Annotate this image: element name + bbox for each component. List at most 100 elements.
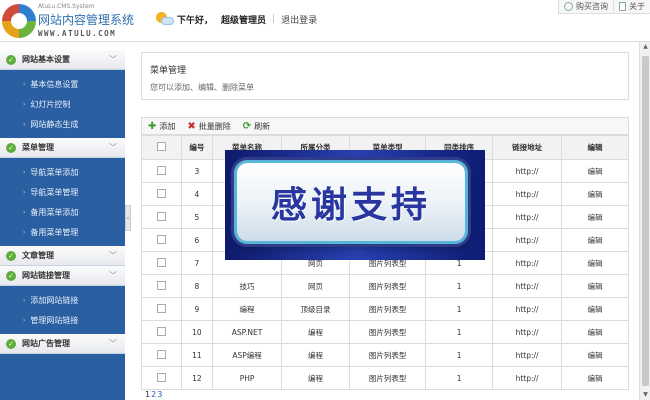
table-cell: http:// bbox=[492, 366, 563, 390]
page-link[interactable]: 1 bbox=[145, 390, 150, 399]
row-select-cell bbox=[141, 159, 182, 183]
weather-icon bbox=[156, 12, 174, 26]
sidebar-item[interactable]: › 备用菜单添加 bbox=[0, 202, 125, 222]
table-cell: 1 bbox=[425, 343, 494, 367]
greeting-bar: 下午好， 超级管理员 | 退出登录 bbox=[156, 10, 317, 28]
sidebar-item[interactable]: › 备用菜单管理 bbox=[0, 222, 125, 242]
table-cell: 编程 bbox=[281, 320, 350, 344]
table-cell: 12 bbox=[180, 366, 214, 390]
sidebar-item-label: 导航菜单添加 bbox=[30, 167, 79, 177]
edit-link[interactable]: 编辑 bbox=[561, 297, 629, 321]
thanks-text: 感谢支持 bbox=[270, 185, 431, 226]
separator: | bbox=[272, 14, 276, 24]
table-cell: http:// bbox=[492, 251, 563, 275]
select-all-checkbox[interactable] bbox=[156, 142, 166, 151]
edit-link[interactable]: 编辑 bbox=[561, 274, 629, 298]
sidebar-group-label: 网站基本设置 bbox=[22, 55, 70, 64]
row-checkbox[interactable] bbox=[156, 280, 166, 290]
sidebar-group-header[interactable]: ✓ 菜单管理 ﹀ bbox=[0, 138, 125, 158]
page-title: 菜单管理 bbox=[150, 66, 187, 76]
edit-link[interactable]: 编辑 bbox=[561, 182, 629, 206]
table-cell: http:// bbox=[492, 320, 563, 344]
table-cell: 1 bbox=[425, 297, 494, 321]
scrollbar-thumb[interactable] bbox=[642, 56, 649, 386]
row-checkbox[interactable] bbox=[156, 165, 166, 175]
scrollbar[interactable]: ▲ ▼ bbox=[639, 42, 650, 400]
page-link[interactable]: 3 bbox=[157, 390, 162, 399]
edit-link[interactable]: 编辑 bbox=[561, 251, 629, 275]
logo-small-text: AtuLu.CMS.System bbox=[38, 3, 95, 10]
table-cell: 编程 bbox=[281, 343, 350, 367]
sidebar-group-header[interactable]: ✓ 网站广告管理 ﹀ bbox=[0, 334, 125, 354]
sidebar-group-label: 网站广告管理 bbox=[22, 339, 70, 348]
row-select-cell bbox=[141, 228, 182, 252]
username: 超级管理员 bbox=[221, 15, 267, 26]
row-checkbox[interactable] bbox=[156, 372, 166, 382]
sidebar-group-header[interactable]: ✓ 网站链接管理 ﹀ bbox=[0, 266, 125, 286]
sidebar-group-header[interactable]: ✓ 网站基本设置 ﹀ bbox=[0, 50, 125, 70]
chevron-down-icon: ﹀ bbox=[109, 251, 117, 260]
sidebar-item[interactable]: › 基本信息设置 bbox=[0, 74, 125, 94]
sidebar-group-header[interactable]: ✓ 文章管理 ﹀ bbox=[0, 246, 125, 266]
edit-link[interactable]: 编辑 bbox=[561, 343, 629, 367]
page-link[interactable]: 2 bbox=[151, 390, 156, 399]
chevron-right-icon: › bbox=[23, 100, 26, 108]
scroll-up-icon[interactable]: ▲ bbox=[640, 42, 650, 52]
row-select-cell bbox=[141, 343, 182, 367]
logo[interactable]: AtuLu.CMS.System 网站内容管理系统 WWW.ATULU.COM bbox=[2, 2, 134, 40]
table-cell: 6 bbox=[180, 228, 214, 252]
row-checkbox[interactable] bbox=[156, 188, 166, 198]
select-all-header[interactable] bbox=[141, 135, 182, 160]
table-cell: ASP.NET bbox=[212, 320, 283, 344]
table-row: 9 编程 顶级目录 图片列表型 1 http://编辑 bbox=[141, 297, 629, 321]
sidebar-item[interactable]: › 网站静态生成 bbox=[0, 114, 125, 134]
row-checkbox[interactable] bbox=[156, 234, 166, 244]
edit-link[interactable]: 编辑 bbox=[561, 205, 629, 229]
sidebar-group-label: 菜单管理 bbox=[22, 143, 54, 152]
sidebar-group-label: 网站链接管理 bbox=[22, 271, 70, 280]
row-checkbox[interactable] bbox=[156, 303, 166, 313]
table-row: 11 ASP编程 编程 图片列表型 1 http://编辑 bbox=[141, 343, 629, 367]
table-cell: 图片列表型 bbox=[348, 297, 427, 321]
sidebar-item-label: 管理网站链接 bbox=[30, 315, 79, 325]
about-link[interactable]: 关于 bbox=[613, 0, 650, 13]
purchase-link[interactable]: 购买咨询 bbox=[559, 0, 613, 13]
chevron-down-icon: ﹀ bbox=[109, 143, 117, 152]
sidebar-item[interactable]: › 添加网站链接 bbox=[0, 290, 125, 310]
chevron-down-icon: ﹀ bbox=[109, 271, 117, 280]
table-cell: 7 bbox=[180, 251, 214, 275]
edit-link[interactable]: 编辑 bbox=[561, 228, 629, 252]
column-header: 编号 bbox=[180, 135, 214, 160]
sidebar-item-label: 网站静态生成 bbox=[30, 119, 79, 129]
batch-delete-button[interactable]: ✖ 批量删除 bbox=[187, 121, 230, 132]
row-checkbox[interactable] bbox=[156, 349, 166, 359]
row-checkbox[interactable] bbox=[156, 326, 166, 336]
table-cell: 图片列表型 bbox=[348, 274, 427, 298]
sidebar-item[interactable]: › 导航菜单管理 bbox=[0, 182, 125, 202]
sidebar-item-label: 导航菜单管理 bbox=[30, 187, 79, 197]
check-circle-icon: ✓ bbox=[6, 142, 16, 153]
row-select-cell bbox=[141, 297, 182, 321]
logout-link[interactable]: 退出登录 bbox=[281, 13, 317, 26]
top-links: 购买咨询 关于 bbox=[558, 0, 650, 14]
row-select-cell bbox=[141, 320, 182, 344]
table-cell: ASP编程 bbox=[212, 343, 283, 367]
sidebar-group-label: 文章管理 bbox=[22, 251, 54, 260]
edit-link[interactable]: 编辑 bbox=[561, 366, 629, 390]
row-checkbox[interactable] bbox=[156, 211, 166, 221]
sidebar-item[interactable]: › 幻灯片控制 bbox=[0, 94, 125, 114]
table-cell: http:// bbox=[492, 182, 563, 206]
row-checkbox[interactable] bbox=[156, 257, 166, 267]
table-cell: 技巧 bbox=[212, 274, 283, 298]
sidebar-item[interactable]: › 管理网站链接 bbox=[0, 310, 125, 330]
sidebar-item[interactable]: › 导航菜单添加 bbox=[0, 162, 125, 182]
scroll-down-icon[interactable]: ▼ bbox=[640, 390, 650, 400]
add-button[interactable]: ✚ 添加 bbox=[148, 121, 175, 132]
edit-link[interactable]: 编辑 bbox=[561, 320, 629, 344]
table-cell: http:// bbox=[492, 297, 563, 321]
edit-link[interactable]: 编辑 bbox=[561, 159, 629, 183]
refresh-button[interactable]: ⟳ 刷新 bbox=[243, 121, 270, 132]
row-select-cell bbox=[141, 205, 182, 229]
chevron-right-icon: › bbox=[23, 228, 26, 236]
check-circle-icon: ✓ bbox=[6, 250, 16, 261]
